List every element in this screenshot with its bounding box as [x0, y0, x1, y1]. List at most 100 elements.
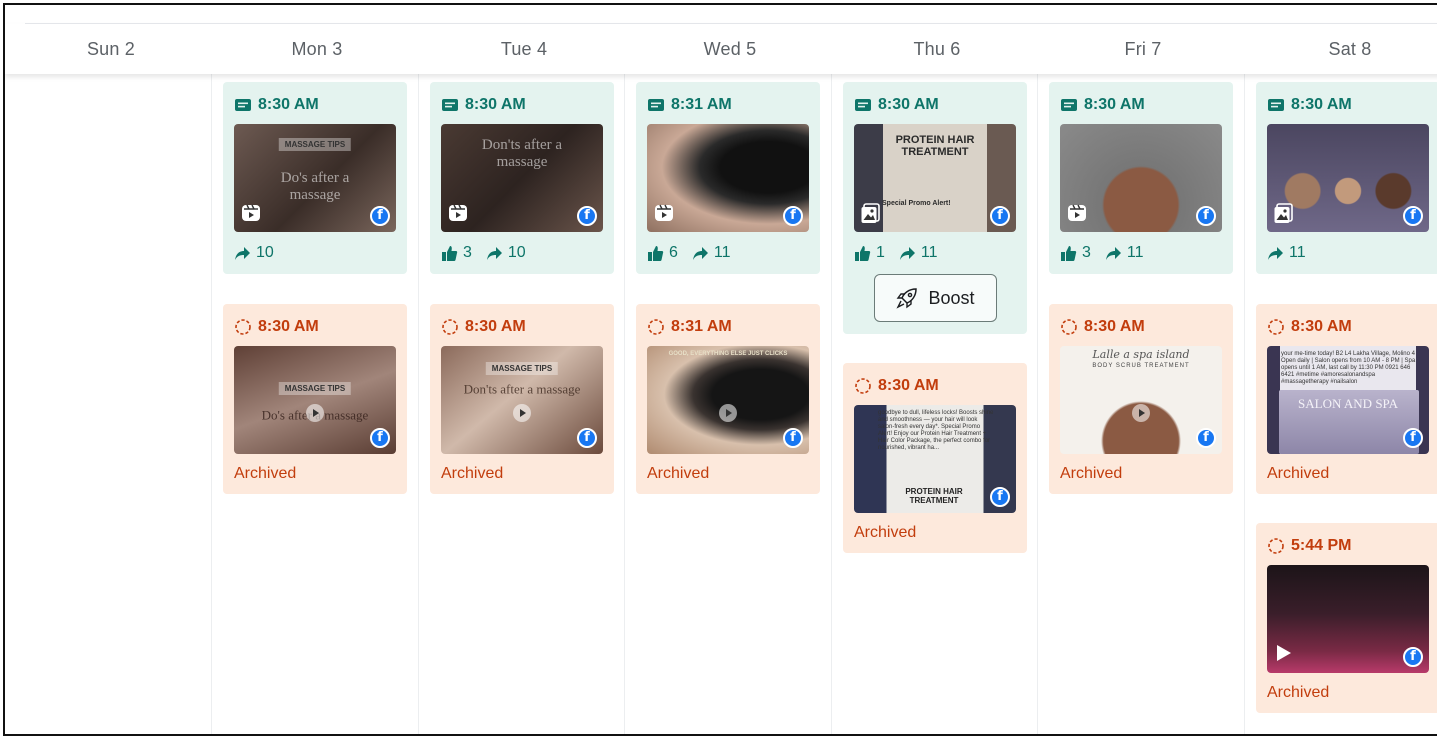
post-thumbnail[interactable]: MASSAGE TIPS Don'ts after a massage f	[441, 346, 603, 454]
facebook-icon: f	[577, 428, 597, 448]
facebook-icon: f	[370, 206, 390, 226]
post-time-text: 5:44 PM	[1291, 537, 1352, 554]
post-time-text: 8:31 AM	[671, 318, 732, 335]
post-time-text: 8:30 AM	[1084, 318, 1145, 335]
post-card-published[interactable]: 8:31 AM f 6 11	[636, 82, 820, 274]
post-thumbnail[interactable]: f	[1267, 565, 1429, 673]
post-icon	[235, 99, 251, 111]
boost-label: Boost	[928, 287, 975, 308]
post-card-archived[interactable]: 8:30 AM MASSAGE TIPS Do's after a massag…	[223, 304, 407, 494]
post-time-text: 8:30 AM	[1084, 96, 1145, 113]
archived-label: Archived	[1060, 465, 1123, 482]
facebook-icon: f	[1403, 647, 1423, 667]
boost-button[interactable]: Boost	[874, 274, 997, 322]
post-thumbnail[interactable]: f	[1267, 124, 1429, 232]
post-time-text: 8:30 AM	[1291, 318, 1352, 335]
shares-count: 10	[256, 244, 274, 261]
post-thumbnail[interactable]: your me-time today! B2 L4 Lakha Village,…	[1267, 346, 1429, 454]
column-divider	[624, 74, 625, 734]
play-icon[interactable]	[1132, 403, 1150, 422]
reel-icon	[242, 204, 260, 221]
thumbs-up-icon	[855, 245, 871, 261]
thumbnail-title: PROTEIN HAIR TREATMENT	[905, 487, 963, 505]
shares-count: 11	[1126, 244, 1144, 261]
post-card-archived[interactable]: 8:30 AM Lalle a spa island BODY SCRUB TR…	[1049, 304, 1233, 494]
column-divider	[1244, 74, 1245, 734]
thumbs-up-icon	[1061, 245, 1077, 261]
play-icon[interactable]	[306, 403, 324, 422]
archived-label: Archived	[854, 524, 917, 541]
post-card-archived[interactable]: 8:30 AM goodbye to dull, lifeless locks!…	[843, 363, 1027, 553]
shares-stat: 11	[1105, 244, 1144, 262]
post-time: 8:30 AM	[234, 316, 396, 338]
post-icon	[1268, 99, 1284, 111]
post-card-published[interactable]: 8:30 AM MASSAGE TIPS Do's after a massag…	[223, 82, 407, 274]
archived-label: Archived	[647, 465, 710, 482]
share-icon	[1268, 246, 1283, 260]
week-header: Sun 2 Mon 3 Tue 4 Wed 5 Thu 6 Fri 7 Sat …	[5, 24, 1437, 74]
archived-status-icon	[1268, 538, 1284, 554]
post-thumbnail[interactable]: PROTEIN HAIR TREATMENT Special Promo Ale…	[854, 124, 1016, 232]
post-stats: 11	[1267, 232, 1429, 274]
post-icon	[1061, 99, 1077, 111]
shares-stat: 11	[692, 244, 731, 262]
shares-count: 11	[713, 244, 731, 261]
post-thumbnail[interactable]: Don'ts after a massage f	[441, 124, 603, 232]
thumbnail-tag: MASSAGE TIPS	[278, 138, 352, 151]
post-thumbnail[interactable]: MASSAGE TIPS Do's after a massage f	[234, 124, 396, 232]
share-icon	[1105, 246, 1121, 260]
thumbnail-tag: GOOD, EVERYTHING ELSE JUST CLICKS	[668, 351, 788, 357]
post-card-archived[interactable]: 8:31 AM GOOD, EVERYTHING ELSE JUST CLICK…	[636, 304, 820, 494]
post-time-text: 8:30 AM	[878, 377, 939, 394]
likes-count: 3	[1082, 244, 1091, 261]
thumbnail-tag: MASSAGE TIPS	[278, 382, 352, 395]
reel-icon	[655, 204, 673, 221]
play-icon[interactable]	[513, 403, 531, 422]
post-thumbnail[interactable]: MASSAGE TIPS Do's after a massage f	[234, 346, 396, 454]
play-icon[interactable]	[719, 403, 737, 422]
post-thumbnail[interactable]: f	[647, 124, 809, 232]
post-card-published[interactable]: 8:30 AM Don'ts after a massage f 3 10	[430, 82, 614, 274]
column-divider	[418, 74, 419, 734]
post-time-text: 8:30 AM	[465, 318, 526, 335]
post-time-text: 8:30 AM	[258, 96, 319, 113]
archived-status-icon	[442, 319, 458, 335]
post-thumbnail[interactable]: goodbye to dull, lifeless locks! Boosts …	[854, 405, 1016, 513]
post-card-published[interactable]: 8:30 AM PROTEIN HAIR TREATMENT Special P…	[843, 82, 1027, 334]
facebook-icon: f	[990, 487, 1010, 507]
archived-label: Archived	[1267, 465, 1330, 482]
facebook-icon: f	[370, 428, 390, 448]
post-card-archived[interactable]: 8:30 AM your me-time today! B2 L4 Lakha …	[1256, 304, 1437, 494]
post-card-published[interactable]: 8:30 AM f 11	[1256, 82, 1437, 274]
day-label-sun: Sun 2	[86, 39, 136, 59]
reel-icon	[449, 204, 467, 221]
likes-stat: 3	[441, 244, 472, 262]
shares-count: 10	[507, 244, 526, 261]
archived-label: Archived	[1267, 684, 1330, 701]
calendar-frame: Sun 2 Mon 3 Tue 4 Wed 5 Thu 6 Fri 7 Sat …	[3, 3, 1437, 736]
post-card-archived[interactable]: 5:44 PM f Archived	[1256, 523, 1437, 713]
thumbnail-text: goodbye to dull, lifeless locks! Boosts …	[878, 410, 994, 451]
thumbs-up-icon	[648, 245, 664, 261]
post-time-text: 8:30 AM	[878, 96, 939, 113]
post-thumbnail[interactable]: Lalle a spa island BODY SCRUB TREATMENT …	[1060, 346, 1222, 454]
archived-status-icon	[1268, 319, 1284, 335]
post-time: 8:30 AM	[854, 375, 1016, 397]
post-card-archived[interactable]: 8:30 AM MASSAGE TIPS Don'ts after a mass…	[430, 304, 614, 494]
post-stats: 1 11	[854, 232, 1016, 274]
post-thumbnail[interactable]: f	[1060, 124, 1222, 232]
post-time: 8:31 AM	[647, 316, 809, 338]
post-stats: 6 11	[647, 232, 809, 274]
play-icon[interactable]	[1277, 645, 1291, 661]
post-thumbnail[interactable]: GOOD, EVERYTHING ELSE JUST CLICKS f	[647, 346, 809, 454]
post-time: 5:44 PM	[1267, 535, 1429, 557]
post-icon	[648, 99, 664, 111]
facebook-icon: f	[1403, 428, 1423, 448]
rocket-icon	[896, 288, 918, 309]
shares-stat: 10	[486, 244, 526, 262]
post-card-published[interactable]: 8:30 AM f 3 11	[1049, 82, 1233, 274]
archived-status-icon	[235, 319, 251, 335]
post-time: 8:30 AM	[1267, 316, 1429, 338]
day-label-sat: Sat 8	[1328, 39, 1372, 59]
archived-label: Archived	[234, 465, 297, 482]
